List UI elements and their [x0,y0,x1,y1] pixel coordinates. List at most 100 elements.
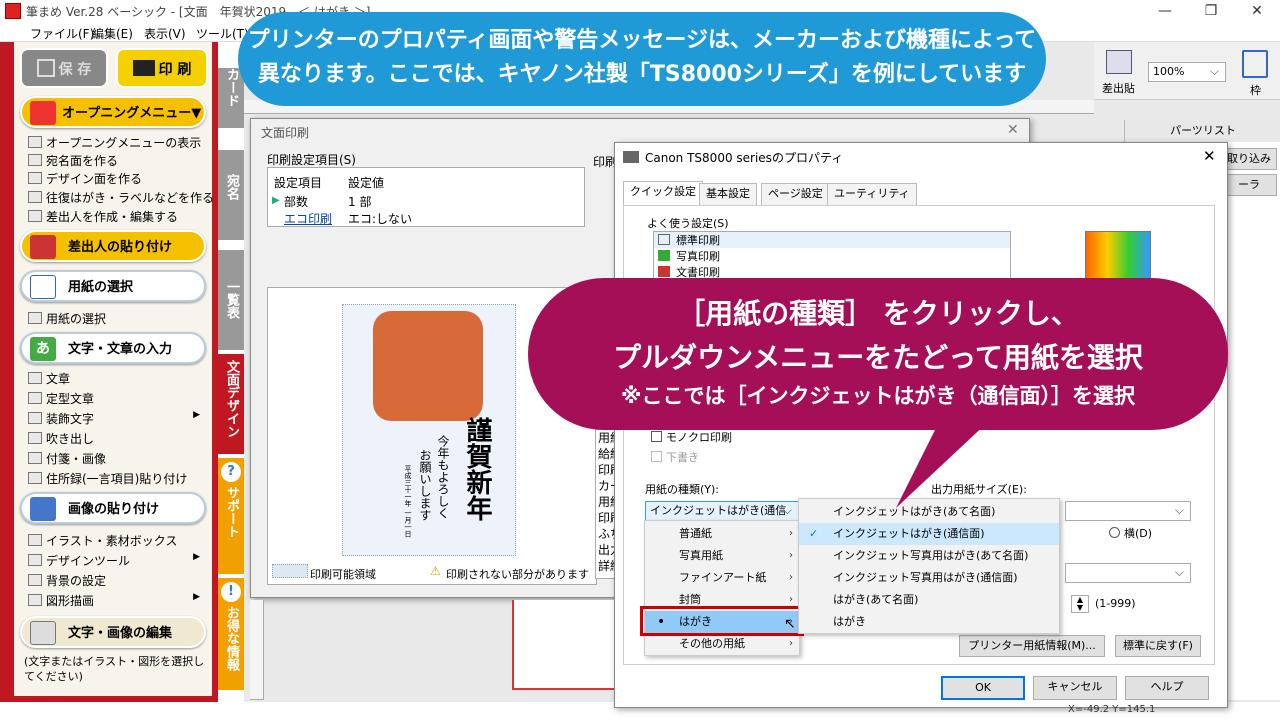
waku-label: 枠 [1250,84,1261,97]
preview-line4: 平成三十一年 一月一日 [404,465,412,538]
opening-item-0[interactable]: オープニングメニューの表示 [28,134,201,151]
row-copies-value[interactable]: 1 部 [348,193,371,210]
tab-support[interactable]: ? サポート [218,458,244,574]
favorite-2[interactable]: 文書印刷 [654,264,1010,278]
image-icon [30,497,56,521]
tab-ichiran[interactable]: 一覧表 [218,250,244,350]
paper-select-button[interactable]: 用紙の選択 [20,270,206,302]
submenu-item-1[interactable]: ✓ インクジェットはがき(通信面) [799,523,1059,545]
row-eco-item[interactable]: エコ印刷 [284,210,332,227]
image-item-1[interactable]: デザインツール ▶ [28,552,208,569]
preview-greeting: 謹賀新年 [462,417,492,521]
opening-menu-button[interactable]: オープニングメニュー▼ [20,96,206,128]
sender-paste-button[interactable]: 差出人の貼り付け [20,230,206,262]
text-item-5[interactable]: 住所録(一言項目)貼り付け [28,470,187,487]
opening-item-4[interactable]: 差出人を作成・編集する [28,208,178,225]
image-item-label: 図形描画 [46,594,95,608]
print-dialog-close-icon[interactable]: ✕ [1007,122,1019,138]
image-item-2[interactable]: 背景の設定 [28,572,106,589]
left-panel: 保 存 印 刷 オープニングメニュー▼ オープニングメニューの表示 宛名面を作る… [0,42,218,702]
image-item-label: イラスト・素材ボックス [46,534,178,548]
text-item-label: 吹き出し [46,432,95,446]
torikomi-button[interactable]: 取り込み [1221,148,1277,170]
printer-info-button[interactable]: プリンター用紙情報(M)... [959,635,1105,657]
reset-button[interactable]: 標準に戻す(F) [1115,635,1201,657]
text-item-0[interactable]: 文章 [28,370,70,387]
image-item-0[interactable]: イラスト・素材ボックス [28,532,177,549]
text-item-label: 住所録(一言項目)貼り付け [46,472,188,486]
zoom-select[interactable]: 100% [1148,62,1226,82]
submenu-item-4[interactable]: はがき(あて名面) [799,589,1059,611]
tab-page[interactable]: ページ設定 [761,183,830,205]
maximize-button[interactable]: ❐ [1188,0,1234,22]
opening-item-1[interactable]: 宛名面を作る [28,152,118,169]
tab-card-label: カード [224,68,239,107]
ok-button[interactable]: OK [941,676,1025,700]
submenu-item-2[interactable]: インクジェット写真用はがき(あて名面) [799,545,1059,567]
paper-item-0[interactable]: 用紙の選択 [28,310,106,327]
image-item-label: デザインツール [46,554,131,568]
text-input-button[interactable]: あ文字・文章の入力 [20,332,206,364]
cancel-button[interactable]: キャンセル [1033,676,1117,700]
save-label: 保 存 [58,62,92,78]
opening-label: オープニングメニュー▼ [62,106,202,121]
submenu-item-5[interactable]: はがき [799,611,1059,633]
category-fineart[interactable]: ファインアート紙 › [645,567,799,589]
output-size-select[interactable] [1065,501,1191,521]
bubble-line-1: ［用紙の種類］ をクリックし、 [677,297,1079,330]
close-button[interactable]: ✕ [1234,0,1280,22]
opening-item-2[interactable]: デザイン面を作る [28,170,142,187]
bunsho-icon [28,372,42,384]
text-item-1[interactable]: 定型文章 [28,390,94,407]
image-item-3[interactable]: 図形描画 ▶ [28,592,208,609]
landscape-radio[interactable]: 横(D) [1109,525,1152,541]
favorite-0[interactable]: 標準印刷 [654,232,1010,248]
text-item-2[interactable]: 装飾文字 ▶ [28,410,208,427]
category-photo[interactable]: 写真用紙 › [645,545,799,567]
atena-icon [28,154,42,166]
mono-checkbox[interactable]: モノクロ印刷 [651,429,732,445]
tab-atena[interactable]: 宛名 [218,150,244,240]
edit-button[interactable]: 文字・画像の編集 [20,616,206,648]
submenu-item-3[interactable]: インクジェット写真用はがき(通信面) [799,567,1059,589]
tab-basic[interactable]: 基本設定 [699,183,757,205]
help-button[interactable]: ヘルプ [1125,676,1209,700]
sashidashi-icon[interactable] [1106,50,1132,74]
canon-close-icon[interactable]: ✕ [1203,147,1216,165]
row-eco-value[interactable]: エコ:しない [348,210,412,227]
waku-icon[interactable] [1242,50,1268,78]
row-copies-item: 部数 [284,195,309,209]
menu-edit[interactable]: 編集(E) [92,25,133,42]
category-other[interactable]: その他の用紙 › [645,633,799,655]
minimize-button[interactable]: — [1142,0,1188,22]
instruction-bubble: ［用紙の種類］ をクリックし、 プルダウンメニューをたどって用紙を選択 ※ここで… [528,278,1228,430]
print-dialog-title: 文面印刷 [261,126,310,140]
landscape-label: 横(D) [1124,527,1153,540]
tab-utility[interactable]: ユーティリティ [827,183,917,205]
media-type-select[interactable]: インクジェットはがき(通信面) [645,501,799,535]
text-item-4[interactable]: 付箋・画像 [28,450,106,467]
tab-otoku[interactable]: ! お得な情報 [218,578,244,690]
draft-checkbox[interactable]: 下書き [651,449,699,465]
opening-item-label: 宛名面を作る [46,154,119,168]
ra-button[interactable]: ーラ [1221,174,1277,196]
tab-quick[interactable]: クイック設定 [623,181,703,205]
coordinate-readout: X=-49.2 Y=145.1 [1068,704,1156,715]
chevron-right-icon: ▶ [193,592,200,602]
opening-item-3[interactable]: 往復はがき・ラベルなどを作る [28,189,214,206]
tab-design[interactable]: 文面デザイン [218,354,244,454]
favorite-1[interactable]: 写真印刷 [654,248,1010,264]
postcard-preview: 謹賀新年 今年もよろしく お願いします 平成三十一年 一月一日 [342,304,516,556]
save-button[interactable]: 保 存 [20,48,108,88]
extra-select[interactable] [1065,563,1191,583]
text-item-3[interactable]: 吹き出し [28,430,94,447]
media-label: 用紙の種類(Y): [645,483,720,496]
menu-view[interactable]: 表示(V) [144,25,186,42]
tab-ichiran-label: 一覧表 [224,280,239,319]
image-paste-button[interactable]: 画像の貼り付け [20,492,206,524]
menu-file[interactable]: ファイル(F) [30,25,94,42]
copies-spinner[interactable]: ▲ ▼ [1071,595,1089,613]
print-button[interactable]: 印 刷 [116,48,208,88]
col-item-header: 設定項目 [274,176,323,190]
category-plain[interactable]: 普通紙 › [645,523,799,545]
